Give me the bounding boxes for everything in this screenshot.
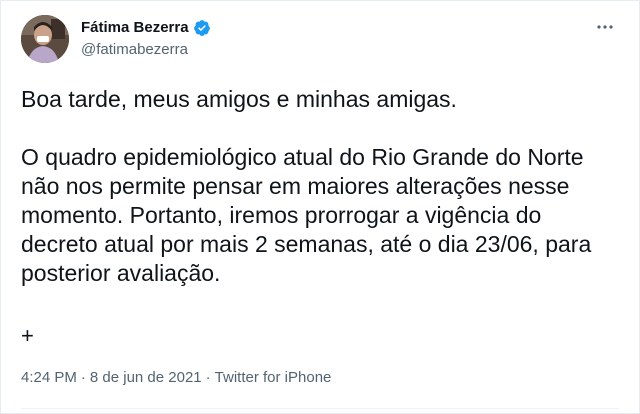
avatar[interactable] [21,15,69,63]
avatar-photo [21,15,69,63]
tweet-paragraph: Boa tarde, meus amigos e minhas amigas. [21,86,457,112]
tweet-metadata: 4:24 PM · 8 de jun de 2021 · Twitter for iPh… [21,368,331,388]
tweet-card: Fátima Bezerra @fatimabezerra Boa tarde,… [0,0,640,414]
thread-marker: + [21,323,34,348]
tweet-source[interactable]: Twitter for iPhone [215,368,332,388]
tweet-time[interactable]: 4:24 PM [21,368,77,388]
more-options-icon[interactable] [593,15,617,39]
tweet-paragraph: O quadro epidemiológico atual do Rio Gra… [21,144,592,286]
divider [21,408,619,409]
author-names: Fátima Bezerra @fatimabezerra [81,18,211,60]
name-row: Fátima Bezerra [81,18,211,38]
tweet-date[interactable]: 8 de jun de 2021 [90,368,202,388]
meta-separator: · [80,369,86,386]
verified-badge-icon [193,19,211,37]
meta-separator: · [205,369,211,386]
tweet-header: Fátima Bezerra @fatimabezerra [21,13,619,65]
author-display-name[interactable]: Fátima Bezerra [81,18,189,38]
author-handle[interactable]: @fatimabezerra [81,40,211,60]
tweet-text: Boa tarde, meus amigos e minhas amigas. … [21,85,611,288]
